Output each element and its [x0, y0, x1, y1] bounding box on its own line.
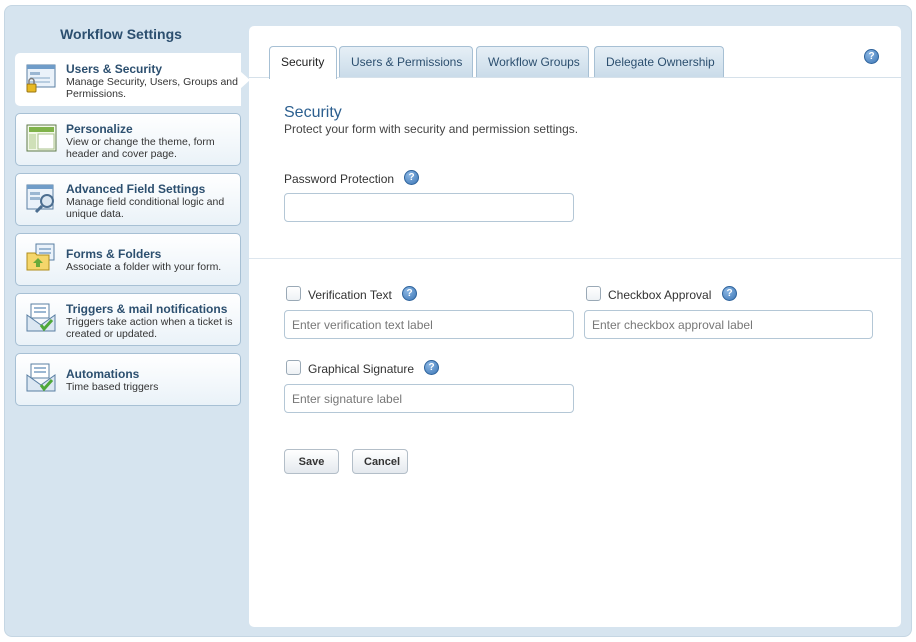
sidebar-title: Workflow Settings	[60, 26, 182, 42]
cancel-button[interactable]: Cancel	[352, 449, 408, 474]
sidebar-item-personalize[interactable]: Personalize View or change the theme, fo…	[15, 113, 241, 166]
mail-trigger-icon	[26, 303, 56, 332]
sidebar-item-title: Automations	[66, 367, 140, 381]
help-icon[interactable]: ?	[402, 286, 417, 301]
help-icon[interactable]: ?	[424, 360, 439, 375]
verification-text-input[interactable]	[284, 310, 574, 339]
sidebar-item-title: Triggers & mail notifications	[66, 302, 228, 316]
sidebar-item-desc: Triggers take action when a ticket is cr…	[66, 316, 233, 340]
section-title: Security	[284, 104, 342, 121]
graphical-signature-label: Graphical Signature	[308, 362, 415, 376]
tab-delegate-ownership[interactable]: Delegate Ownership	[594, 46, 724, 78]
personalize-icon	[26, 124, 57, 152]
sidebar-item-triggers-mail[interactable]: Triggers & mail notifications Triggers t…	[15, 293, 241, 346]
sidebar-item-title: Users & Security	[66, 62, 163, 76]
sidebar-item-title: Personalize	[66, 122, 133, 136]
verification-text-checkbox[interactable]	[286, 286, 301, 301]
verification-text-label: Verification Text	[308, 288, 392, 302]
sidebar-item-forms-folders[interactable]: Forms & Folders Associate a folder with …	[15, 233, 241, 286]
workflow-settings-frame: Workflow Settings Users & Security Manag…	[4, 5, 912, 637]
tab-users-permissions[interactable]: Users & Permissions	[339, 46, 473, 78]
tab-divider	[249, 77, 901, 78]
password-protection-input[interactable]	[284, 193, 574, 222]
sidebar-item-desc: View or change the theme, form header an…	[66, 136, 215, 160]
save-button[interactable]: Save	[284, 449, 339, 474]
help-icon[interactable]: ?	[864, 49, 879, 64]
folder-icon	[26, 243, 55, 271]
sidebar-item-advanced-field-settings[interactable]: Advanced Field Settings Manage field con…	[15, 173, 241, 226]
tab-security[interactable]: Security	[269, 46, 337, 79]
password-protection-label: Password Protection	[284, 172, 395, 186]
tab-workflow-groups[interactable]: Workflow Groups	[476, 46, 589, 78]
sidebar-item-title: Advanced Field Settings	[66, 182, 206, 196]
checkbox-approval-label: Checkbox Approval	[608, 288, 712, 302]
sidebar-item-desc: Associate a folder with your form.	[66, 261, 222, 273]
help-icon[interactable]: ?	[722, 286, 737, 301]
help-icon[interactable]: ?	[404, 170, 419, 185]
checkbox-approval-input[interactable]	[584, 310, 873, 339]
sidebar-item-desc: Time based triggers	[66, 381, 159, 393]
sidebar-item-users-security[interactable]: Users & Security Manage Security, Users,…	[15, 53, 250, 106]
sidebar-item-desc: Manage field conditional logic and uniqu…	[66, 196, 225, 220]
graphical-signature-input[interactable]	[284, 384, 574, 413]
section-subtitle: Protect your form with security and perm…	[284, 122, 579, 136]
users-security-icon	[26, 64, 56, 93]
sidebar-item-automations[interactable]: Automations Time based triggers	[15, 353, 241, 406]
section-divider	[249, 258, 901, 259]
graphical-signature-checkbox[interactable]	[286, 360, 301, 375]
sidebar-item-title: Forms & Folders	[66, 247, 162, 261]
checkbox-approval-checkbox[interactable]	[586, 286, 601, 301]
sidebar-item-desc: Manage Security, Users, Groups and Permi…	[66, 76, 238, 100]
advanced-field-icon	[26, 184, 54, 214]
automation-icon	[26, 363, 56, 392]
settings-panel: Security Users & Permissions Workflow Gr…	[249, 26, 901, 627]
